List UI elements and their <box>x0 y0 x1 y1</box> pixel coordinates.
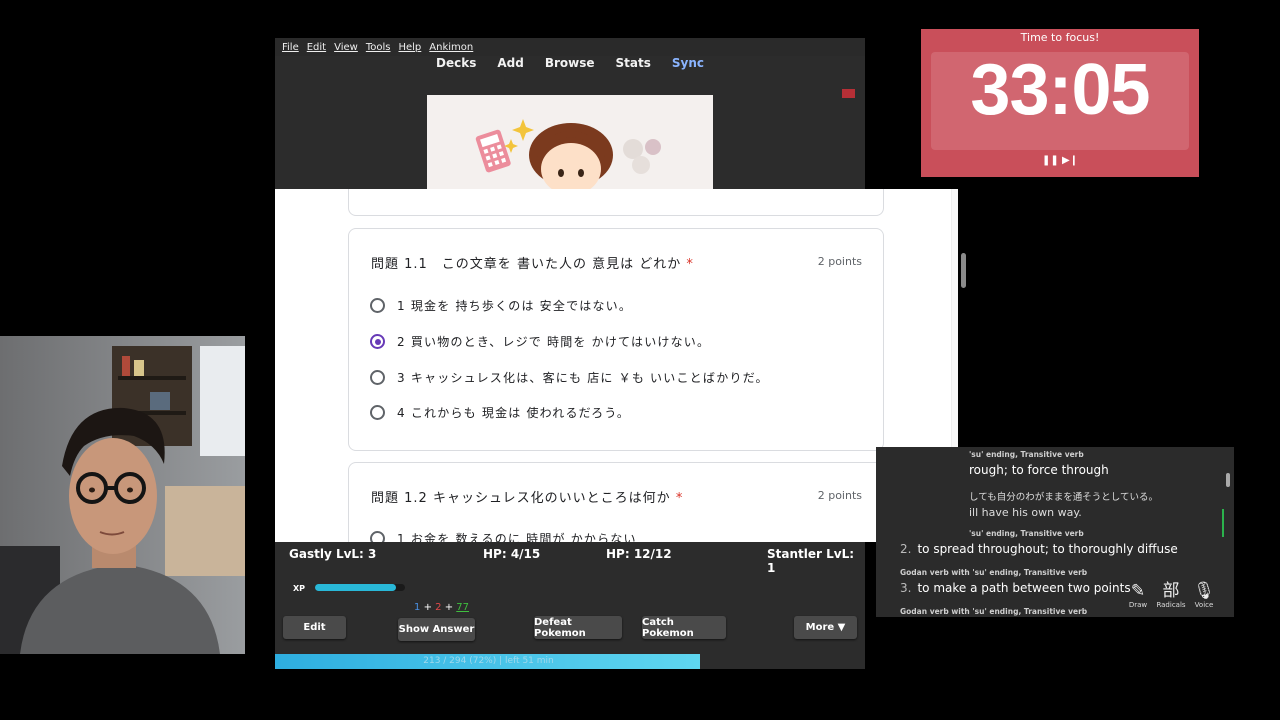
option-label: 2 買い物のとき、レジで 時間を かけてはいけない。 <box>397 335 711 349</box>
menu-help[interactable]: Help <box>398 42 421 53</box>
toolbar-stats[interactable]: Stats <box>616 56 651 78</box>
definition: rough; to force through <box>969 463 1109 477</box>
example-sentence: しても自分のわがままを通そうとしている。 <box>969 492 1158 503</box>
voice-tool[interactable]: 🎙 Voice <box>1187 581 1221 609</box>
radio-button-selected[interactable] <box>370 334 385 349</box>
toolbar-browse[interactable]: Browse <box>545 56 595 78</box>
menu-file[interactable]: File <box>282 42 299 53</box>
answer-option[interactable]: 2 買い物のとき、レジで 時間を かけてはいけない。 <box>370 333 710 350</box>
answer-option[interactable]: 4 これからも 現金は 使われるだろう。 <box>370 404 630 421</box>
edit-button[interactable]: Edit <box>283 616 346 639</box>
question-card: 問題 1.2 キャッシュレス化のいいところは何か * 2 points 1 お金… <box>348 462 884 542</box>
part-of-speech: Godan verb with 'su' ending, Transitive … <box>900 568 1088 577</box>
toolbar-sync[interactable]: Sync <box>672 56 704 78</box>
toolbar-add[interactable]: Add <box>497 56 523 78</box>
webcam-feed <box>0 336 245 654</box>
timer-title: Time to focus! <box>1020 31 1100 44</box>
microphone-icon: 🎙 <box>1193 581 1215 601</box>
dictionary-popup: 'su' ending, Transitive verb rough; to f… <box>876 447 1234 617</box>
toolbar-decks[interactable]: Decks <box>436 56 476 78</box>
timer-controls[interactable]: ❚❚ ▶❙ <box>921 155 1199 166</box>
answer-option[interactable]: 1 お金を 数えるのに 時間が かからない <box>370 530 637 542</box>
enemy-hp: HP: 12/12 <box>606 547 672 561</box>
focus-timer: Time to focus! 33:05 ❚❚ ▶❙ <box>921 29 1199 177</box>
answer-option[interactable]: 3 キャッシュレス化は、客にも 店に ￥も いいことばかりだ。 <box>370 369 769 386</box>
deck-progress-text: 213 / 294 (72%) | left 51 min <box>423 656 554 666</box>
menu-ankimon[interactable]: Ankimon <box>429 42 473 53</box>
pause-icon[interactable]: ❚❚ <box>1042 155 1059 166</box>
part-of-speech: 'su' ending, Transitive verb <box>969 529 1084 538</box>
xp-bar-fill <box>315 584 396 591</box>
card-illustration <box>427 95 713 189</box>
flag-icon[interactable] <box>842 89 855 98</box>
question-points: 2 points <box>817 489 862 502</box>
timer-display: 33:05 <box>970 50 1150 130</box>
new-count: 1 <box>414 602 421 613</box>
radio-button[interactable] <box>370 531 385 542</box>
menu-bar: File Edit View Tools Help Ankimon <box>275 38 865 56</box>
radio-button[interactable] <box>370 405 385 420</box>
pencil-icon: ✎ <box>1130 581 1146 601</box>
option-label: 1 現金を 持ち歩くのは 安全ではない。 <box>397 299 633 313</box>
skip-icon[interactable]: ▶❙ <box>1062 155 1078 166</box>
player-pokemon-level: Gastly LvL: 3 <box>289 547 377 561</box>
menu-tools[interactable]: Tools <box>366 42 391 53</box>
defeat-pokemon-button[interactable]: Defeat Pokemon <box>534 616 622 639</box>
required-mark: * <box>686 257 694 272</box>
example-translation: ill have his own way. <box>969 506 1082 519</box>
xp-label: XP <box>293 584 306 593</box>
menu-edit[interactable]: Edit <box>307 42 326 53</box>
radicals-tool[interactable]: 部 Radicals <box>1154 581 1188 609</box>
battle-stats: Gastly LvL: 3 HP: 4/15 HP: 12/12 Stantle… <box>275 541 865 575</box>
question-card: 問題 1.1 この文章を 書いた人の 意見は どれか * 2 points 1 … <box>348 228 884 451</box>
question-title: 問題 1.1 この文章を 書いた人の 意見は どれか * <box>371 257 694 272</box>
learn-count: 2 <box>435 602 442 613</box>
radical-icon: 部 <box>1162 581 1180 601</box>
more-button[interactable]: More ▼ <box>794 616 857 639</box>
dictionary-scrollbar[interactable] <box>1226 473 1230 487</box>
previous-question-card <box>348 189 884 216</box>
scrollbar-thumb[interactable] <box>961 253 966 288</box>
draw-tool[interactable]: ✎ Draw <box>1121 581 1155 609</box>
plus-sign: + <box>423 602 432 613</box>
radio-button[interactable] <box>370 370 385 385</box>
radio-button[interactable] <box>370 298 385 313</box>
definition: 3. to make a path between two points <box>900 581 1131 595</box>
answer-option[interactable]: 1 現金を 持ち歩くのは 安全ではない。 <box>370 297 632 314</box>
review-counts: 1 + 2 + 77 <box>414 602 469 613</box>
required-mark: * <box>675 491 684 506</box>
question-title: 問題 1.2 キャッシュレス化のいいところは何か * <box>371 491 684 506</box>
question-points: 2 points <box>817 255 862 268</box>
main-toolbar: Decks Add Browse Stats Sync <box>275 56 865 78</box>
option-label: 4 これからも 現金は 使われるだろう。 <box>397 406 631 420</box>
show-answer-button[interactable]: Show Answer <box>398 618 475 641</box>
input-tools: ✎ Draw 部 Radicals 🎙 Voice <box>1113 577 1223 617</box>
catch-pokemon-button[interactable]: Catch Pokemon <box>642 616 726 639</box>
quiz-form: 問題 1.1 この文章を 書いた人の 意見は どれか * 2 points 1 … <box>275 189 958 542</box>
enemy-pokemon-level: Stantler LvL: 1 <box>767 547 855 575</box>
plus-sign: + <box>444 602 454 613</box>
player-hp: HP: 4/15 <box>483 547 541 561</box>
part-of-speech: Godan verb with 'su' ending, Transitive … <box>900 607 1088 616</box>
menu-view[interactable]: View <box>334 42 358 53</box>
part-of-speech: 'su' ending, Transitive verb <box>969 450 1084 459</box>
review-count: 77 <box>456 602 470 613</box>
focus-indicator <box>1222 509 1224 537</box>
option-label: 3 キャッシュレス化は、客にも 店に ￥も いいことばかりだ。 <box>397 371 769 385</box>
option-label: 1 お金を 数えるのに 時間が かからない <box>397 532 637 542</box>
definition: 2. to spread throughout; to thoroughly di… <box>900 542 1178 556</box>
